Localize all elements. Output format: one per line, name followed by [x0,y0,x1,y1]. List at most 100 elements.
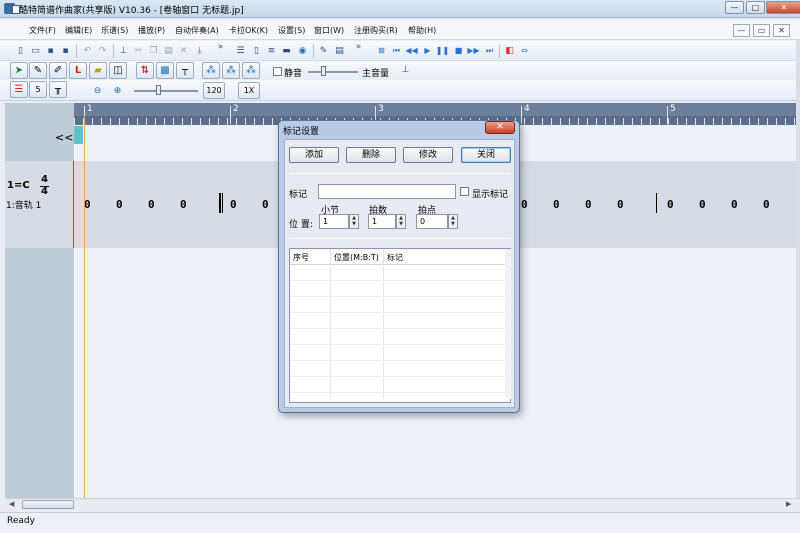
minimize-button[interactable]: — [725,1,744,14]
loop-icon[interactable]: ⇔ [518,44,531,57]
menu-karaoke[interactable]: 卡拉OK(K) [229,25,268,36]
tempo-slider-thumb[interactable] [156,85,161,95]
list-scrollbar[interactable] [505,249,511,399]
go-end-icon[interactable]: ⏭ [483,44,496,57]
close-dialog-button[interactable]: 关闭 [461,147,511,163]
tick-spinner[interactable]: ▲ ▼ [448,214,458,229]
open-file-icon[interactable]: ▭ [29,44,42,57]
image-icon[interactable]: ▩ [156,62,174,79]
scroll-right-icon[interactable]: ▶ [786,500,791,508]
note[interactable]: 0 [617,198,624,211]
record-icon[interactable]: ◧ [503,44,516,57]
page-icon[interactable]: ▯ [250,44,263,57]
volume-slider-thumb[interactable] [321,66,326,76]
stop-box-icon[interactable]: ⊠ [375,44,388,57]
tempo-slider-track[interactable] [134,90,198,92]
note[interactable]: 0 [180,198,187,211]
bar-spinner[interactable]: ▲ ▼ [349,214,359,229]
menu-window[interactable]: 窗口(W) [314,25,344,36]
copy-icon[interactable]: ❐ [147,44,160,57]
keyboard-icon[interactable]: ▬ [280,44,293,57]
go-start-icon[interactable]: ⏮ [390,44,403,57]
fast-forward-icon[interactable]: ▶▶ [467,44,480,57]
column-header-mark[interactable]: 标记 [387,252,403,263]
step-box[interactable]: 5 [29,81,47,98]
mute-checkbox[interactable] [273,67,282,76]
redo-icon[interactable]: ↷ [96,44,109,57]
menu-help[interactable]: 帮助(H) [408,25,436,36]
beat-spinner[interactable]: ▲ ▼ [396,214,406,229]
menu-file[interactable]: 文件(F) [29,25,56,36]
marker-list[interactable] [289,248,511,403]
maximize-button[interactable]: □ [746,1,765,14]
note[interactable]: 0 [763,198,770,211]
play-icon[interactable]: ▶ [421,44,434,57]
show-mark-checkbox[interactable] [460,187,469,196]
list-icon[interactable]: ▤ [333,44,346,57]
new-file-icon[interactable]: ▯ [14,44,27,57]
playhead-marker[interactable] [74,126,83,144]
menu-score[interactable]: 乐谱(S) [101,25,128,36]
menu-play[interactable]: 播放(P) [138,25,165,36]
beat-field[interactable]: 1 [368,214,396,229]
ruler-icon[interactable]: ╥ [49,81,67,98]
pencil-icon[interactable]: ✎ [29,62,47,79]
eraser-icon[interactable]: ▰ [89,62,107,79]
delete-icon[interactable]: ✕ [177,44,190,57]
measure-icon[interactable]: ┬ [176,62,194,79]
transpose-icon[interactable]: ⇅ [136,62,154,79]
note[interactable]: 0 [521,198,528,211]
pin-icon[interactable]: ⊥ [399,63,412,76]
column-header-index[interactable]: 序号 [293,252,309,263]
globe-icon[interactable]: ◉ [296,44,309,57]
close-window-button[interactable]: ✕ [766,1,800,14]
cut-icon[interactable]: ✂ [132,44,145,57]
note[interactable]: 0 [262,198,269,211]
pause-icon[interactable]: ❚❚ [436,44,449,57]
note[interactable]: 0 [148,198,155,211]
scrollbar-thumb[interactable] [22,500,74,509]
note[interactable]: 0 [699,198,706,211]
dialog-close-icon[interactable]: ✕ [485,121,515,134]
undo-icon[interactable]: ↶ [81,44,94,57]
lyrics-icon[interactable]: L [69,62,87,79]
octave-mid-icon[interactable]: ⁂ [222,62,240,79]
delete-button[interactable]: 删除 [346,147,396,163]
modify-button[interactable]: 修改 [403,147,453,163]
save-icon[interactable]: ▪ [44,44,57,57]
column-header-position[interactable]: 位置(M:B:T) [334,252,379,263]
note[interactable]: 0 [116,198,123,211]
stop-icon[interactable]: ■ [452,44,465,57]
paste-icon[interactable]: ▤ [162,44,175,57]
horizontal-scrollbar[interactable] [5,498,800,511]
insert-icon[interactable]: ⊥ [117,44,130,57]
note[interactable]: 0 [585,198,592,211]
note[interactable]: 0 [731,198,738,211]
pen-icon[interactable]: ✎ [317,44,330,57]
speed-value[interactable]: 1X [238,82,260,99]
mdi-close-button[interactable]: ✕ [773,24,790,37]
split-icon[interactable]: ☰ [10,81,28,98]
bar-field[interactable]: 1 [319,214,349,229]
menu-register[interactable]: 注册购买(R) [354,25,398,36]
overflow-1-icon[interactable]: » [214,40,227,53]
panel-icon[interactable]: ◫ [109,62,127,79]
scroll-left-icon[interactable]: ◀ [9,500,14,508]
save-all-icon[interactable]: ▪ [59,44,72,57]
octave-up-icon[interactable]: ⁂ [202,62,220,79]
menu-auto-accompany[interactable]: 自动伴奏(A) [175,25,219,36]
overflow-2-icon[interactable]: » [352,40,365,53]
rewind-icon[interactable]: ◀◀ [405,44,418,57]
note[interactable]: 0 [667,198,674,211]
note[interactable]: 0 [230,198,237,211]
note[interactable]: 0 [553,198,560,211]
menu-edit[interactable]: 编辑(E) [65,25,92,36]
tempo-value[interactable]: 120 [203,82,225,99]
tick-field[interactable]: 0 [416,214,448,229]
menu-settings[interactable]: 设置(S) [278,25,305,36]
layout-icon[interactable]: ☰ [234,44,247,57]
zoom-in-icon[interactable]: ⊕ [111,84,124,97]
document-icon[interactable] [12,5,20,14]
mark-input[interactable] [318,184,456,199]
collapse-button[interactable]: << [55,131,73,144]
